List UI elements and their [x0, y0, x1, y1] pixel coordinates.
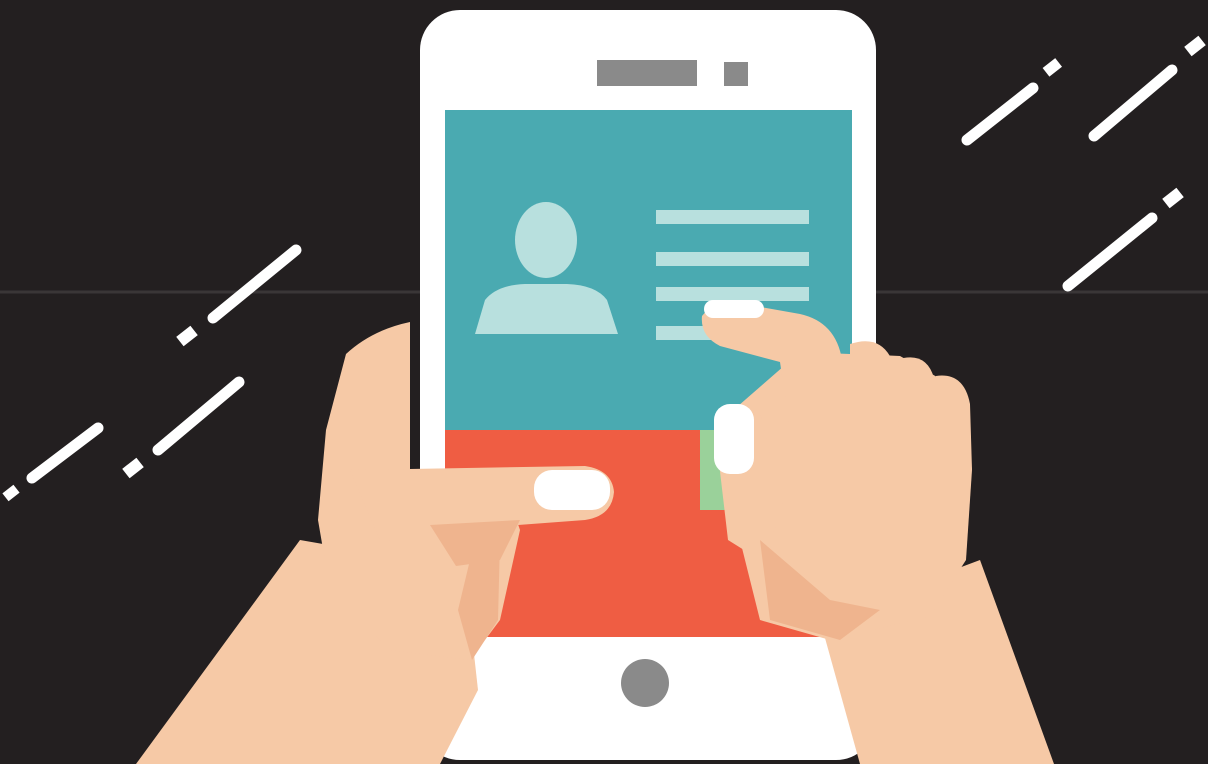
speaker-slot-icon	[597, 60, 697, 86]
front-camera-icon	[724, 62, 748, 86]
illustration-canvas	[0, 0, 1208, 764]
profile-line-3	[656, 287, 809, 301]
left-thumb-nail	[534, 470, 610, 510]
illustration-scene	[0, 0, 1208, 764]
profile-line-2	[656, 252, 809, 266]
profile-line-1	[656, 210, 809, 224]
right-index-nail	[704, 300, 764, 318]
right-thumb-nail	[714, 404, 754, 474]
home-button-icon[interactable]	[621, 659, 669, 707]
